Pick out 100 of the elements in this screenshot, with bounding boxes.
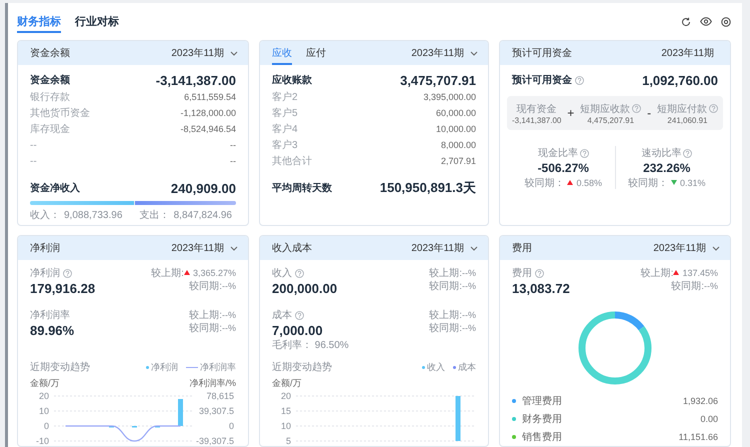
compare-value: --% (462, 280, 476, 290)
row-value: 3,395,000.00 (423, 92, 476, 102)
legend-value: 11,151.66 (678, 432, 718, 442)
eye-icon[interactable] (700, 17, 712, 26)
row-value: -- (230, 156, 236, 166)
row-label: 客户2 (272, 90, 298, 104)
axis-unit: 金额/万 (272, 376, 302, 390)
help-icon[interactable] (575, 76, 584, 84)
page-tab[interactable]: 财务指标 (17, 10, 61, 32)
row-label: 客户3 (272, 138, 298, 152)
flow-value: 9,088,733.96 (64, 210, 122, 220)
gross-margin-text: 毛利率： 96.50% (272, 338, 349, 352)
metric-value: 1,092,760.00 (642, 72, 718, 88)
legend-value: 0.00 (700, 414, 718, 424)
row-value: -- (230, 140, 236, 150)
row-value: -1,128,000.00 (180, 108, 236, 118)
compare-value: --% (222, 310, 236, 320)
metric-value: 150,950,891.3天 (380, 179, 476, 197)
legend-label: 财务费用 (522, 412, 562, 426)
period-label: 2023年11期 (411, 46, 464, 60)
metric-label: 应收账款 (272, 73, 312, 87)
compare-label: 较上期: (189, 308, 222, 322)
compare-value: --% (462, 310, 476, 320)
chevron-down-icon[interactable] (712, 246, 720, 250)
row-label: -- (30, 140, 37, 150)
compare-value: 3,365.27% (192, 268, 236, 278)
axis-label: -10 (36, 436, 49, 446)
metric-label: 资金净收入 (30, 182, 80, 195)
row-label: 库存现金 (30, 122, 70, 136)
compare-label: 较上期: (640, 266, 674, 280)
row-label: 其他货币资金 (30, 106, 90, 120)
compare-label: 较同期: (671, 280, 704, 292)
term-value: 4,475,207.91 (587, 116, 634, 124)
compare-label: 较同期: (189, 322, 222, 334)
compare-label: 较上期: (429, 266, 462, 280)
ratio-value: 232.26% (643, 161, 690, 175)
compare-value: --% (222, 322, 236, 332)
row-value: 10,000.00 (436, 124, 476, 134)
compare-value: --% (222, 280, 236, 290)
chevron-down-icon[interactable] (230, 50, 238, 56)
axis-label: -39,307.5 (196, 436, 234, 446)
help-icon[interactable] (295, 268, 304, 278)
axis-label: 10 (38, 406, 49, 416)
period-label: 2023年11期 (171, 242, 224, 255)
help-icon[interactable] (580, 148, 589, 158)
compare-label: 较上期: (151, 266, 184, 280)
card-title: 预计可用资金 (512, 46, 572, 60)
chevron-down-icon[interactable] (230, 246, 238, 250)
card-title: 净利润 (30, 242, 60, 255)
help-icon[interactable] (632, 104, 642, 113)
metric-label: 资金余额 (30, 73, 70, 87)
chevron-down-icon[interactable] (470, 50, 478, 56)
period-label: 2023年11期 (171, 46, 224, 60)
page-tab[interactable]: 行业对标 (75, 10, 119, 32)
axis-label: 20 (280, 391, 291, 401)
help-icon[interactable] (295, 310, 304, 320)
axis-label: 5 (286, 436, 291, 446)
legend-label: 净利润率 (200, 360, 236, 374)
flow-label: 收入： (30, 210, 60, 220)
metric-value: -3,141,387.00 (156, 72, 236, 88)
metric-label: 平均周转天数 (272, 182, 332, 195)
period-label: 2023年11期 (661, 46, 714, 60)
card-title: 资金余额 (30, 46, 70, 60)
axis-label: 39,307.5 (198, 406, 234, 416)
row-value: -8,524,946.54 (180, 124, 236, 134)
metric-label: 费用 (512, 266, 532, 280)
help-icon[interactable] (683, 148, 692, 158)
metric-value: 179,916.28 (30, 281, 96, 296)
chart-bar (456, 396, 460, 441)
axis-label: 0 (44, 421, 49, 431)
row-value: 8,000.00 (440, 140, 476, 150)
compare-value: --% (462, 268, 476, 278)
term-value: 241,060.91 (667, 116, 708, 124)
compare-label: 较同期： (628, 176, 668, 190)
refresh-icon[interactable] (681, 16, 691, 26)
row-label: 客户4 (272, 122, 298, 136)
section-title: 近期变动趋势 (272, 360, 332, 374)
metric-label: 收入 (272, 266, 292, 280)
compare-label: 较同期: (429, 280, 462, 292)
settings-icon[interactable] (721, 16, 731, 26)
help-icon[interactable] (535, 268, 544, 278)
ratio-label: 现金比率 (538, 146, 578, 160)
flow-value: 8,847,824.96 (174, 210, 232, 220)
chevron-down-icon[interactable] (470, 246, 478, 250)
period-label: 2023年11期 (653, 242, 706, 255)
row-value: 2,707.91 (440, 156, 476, 166)
axis-label: 0 (228, 421, 234, 431)
card-tab[interactable]: 应付 (306, 41, 326, 65)
metric-value: 240,909.00 (170, 180, 236, 196)
row-label: 银行存款 (30, 91, 70, 104)
metric-value: 89.96% (30, 323, 74, 338)
card-title: 费用 (512, 242, 532, 255)
section-title: 近期变动趋势 (30, 360, 90, 374)
compare-label: 较同期: (429, 322, 462, 334)
compare-value: --% (462, 322, 476, 332)
legend-label: 收入 (427, 360, 445, 374)
operator-sign: - (647, 106, 652, 120)
help-icon[interactable] (708, 104, 718, 113)
help-icon[interactable] (63, 268, 72, 278)
legend-label: 成本 (458, 360, 476, 374)
